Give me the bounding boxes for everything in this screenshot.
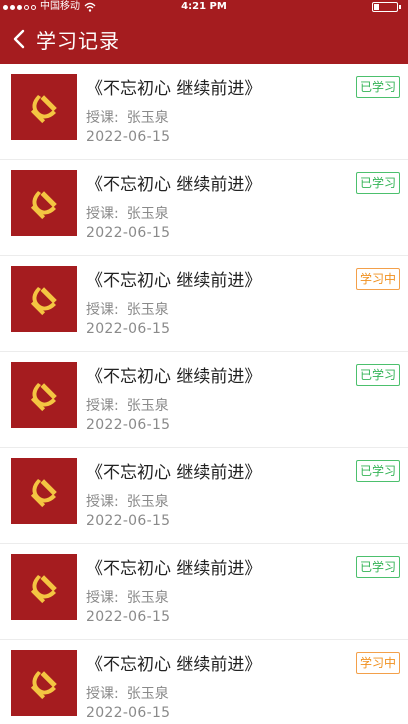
record-date: 2022-06-15	[86, 225, 171, 241]
teacher-name: 张玉泉	[126, 590, 169, 606]
teacher-name: 张玉泉	[126, 686, 169, 702]
record-date: 2022-06-15	[86, 129, 171, 145]
teacher-label: 授课:	[86, 398, 119, 414]
record-list: 《不忘初心 继续前进》 授课: 张玉泉 2022-06-15 已学习 《不忘初心 …	[0, 64, 408, 724]
nav-bar: 学习记录	[0, 14, 408, 64]
status-badge: 已学习	[355, 556, 400, 578]
record-item[interactable]: 《不忘初心 继续前进》 授课: 张玉泉 2022-06-15 学习中	[0, 640, 408, 724]
record-item[interactable]: 《不忘初心 继续前进》 授课: 张玉泉 2022-06-15 已学习	[0, 64, 408, 160]
teacher-name: 张玉泉	[126, 206, 169, 222]
teacher-label: 授课:	[86, 686, 119, 702]
teacher-name: 张玉泉	[126, 110, 169, 126]
hammer-sickle-icon	[30, 191, 57, 220]
page-title: 学习记录	[36, 28, 120, 53]
course-thumbnail	[11, 266, 77, 332]
teacher-label: 授课:	[86, 302, 119, 318]
course-thumbnail	[11, 74, 77, 140]
teacher-label: 授课:	[86, 206, 119, 222]
record-item[interactable]: 《不忘初心 继续前进》 授课: 张玉泉 2022-06-15 已学习	[0, 544, 408, 640]
teacher-line: 授课: 张玉泉	[86, 683, 169, 703]
teacher-line: 授课: 张玉泉	[86, 107, 169, 127]
hammer-sickle-icon	[30, 479, 57, 508]
record-item[interactable]: 《不忘初心 继续前进》 授课: 张玉泉 2022-06-15 学习中	[0, 256, 408, 352]
status-bar: 中国移动 4:21 PM	[0, 0, 408, 14]
status-badge: 学习中	[355, 268, 400, 290]
hammer-sickle-icon	[30, 671, 57, 700]
hammer-sickle-icon	[30, 383, 57, 412]
hammer-sickle-icon	[30, 575, 57, 604]
teacher-line: 授课: 张玉泉	[86, 395, 169, 415]
teacher-name: 张玉泉	[126, 398, 169, 414]
teacher-name: 张玉泉	[126, 302, 169, 318]
status-badge: 学习中	[355, 652, 400, 674]
course-thumbnail	[11, 458, 77, 524]
record-date: 2022-06-15	[86, 705, 171, 721]
record-date: 2022-06-15	[86, 609, 171, 625]
course-title: 《不忘初心 继续前进》	[86, 559, 262, 579]
course-title: 《不忘初心 继续前进》	[86, 271, 262, 291]
hammer-sickle-icon	[30, 95, 57, 124]
teacher-line: 授课: 张玉泉	[86, 587, 169, 607]
course-thumbnail	[11, 554, 77, 620]
clock-time: 4:21 PM	[181, 1, 227, 12]
teacher-line: 授课: 张玉泉	[86, 491, 169, 511]
teacher-label: 授课:	[86, 590, 119, 606]
teacher-name: 张玉泉	[126, 494, 169, 510]
status-badge: 已学习	[355, 460, 400, 482]
teacher-line: 授课: 张玉泉	[86, 203, 169, 223]
course-title: 《不忘初心 继续前进》	[86, 175, 262, 195]
course-title: 《不忘初心 继续前进》	[86, 79, 262, 99]
status-badge: 已学习	[355, 76, 400, 98]
record-item[interactable]: 《不忘初心 继续前进》 授课: 张玉泉 2022-06-15 已学习	[0, 448, 408, 544]
chevron-left-icon	[13, 29, 25, 49]
teacher-line: 授课: 张玉泉	[86, 299, 169, 319]
teacher-label: 授课:	[86, 110, 119, 126]
course-title: 《不忘初心 继续前进》	[86, 367, 262, 387]
battery-icon	[372, 2, 401, 12]
course-thumbnail	[11, 650, 77, 716]
course-title: 《不忘初心 继续前进》	[86, 463, 262, 483]
course-thumbnail	[11, 362, 77, 428]
record-date: 2022-06-15	[86, 321, 171, 337]
record-date: 2022-06-15	[86, 513, 171, 529]
course-thumbnail	[11, 170, 77, 236]
teacher-label: 授课:	[86, 494, 119, 510]
record-item[interactable]: 《不忘初心 继续前进》 授课: 张玉泉 2022-06-15 已学习	[0, 160, 408, 256]
record-date: 2022-06-15	[86, 417, 171, 433]
course-title: 《不忘初心 继续前进》	[86, 655, 262, 675]
status-badge: 已学习	[355, 172, 400, 194]
status-badge: 已学习	[355, 364, 400, 386]
back-button[interactable]	[2, 14, 36, 64]
record-item[interactable]: 《不忘初心 继续前进》 授课: 张玉泉 2022-06-15 已学习	[0, 352, 408, 448]
hammer-sickle-icon	[30, 287, 57, 316]
